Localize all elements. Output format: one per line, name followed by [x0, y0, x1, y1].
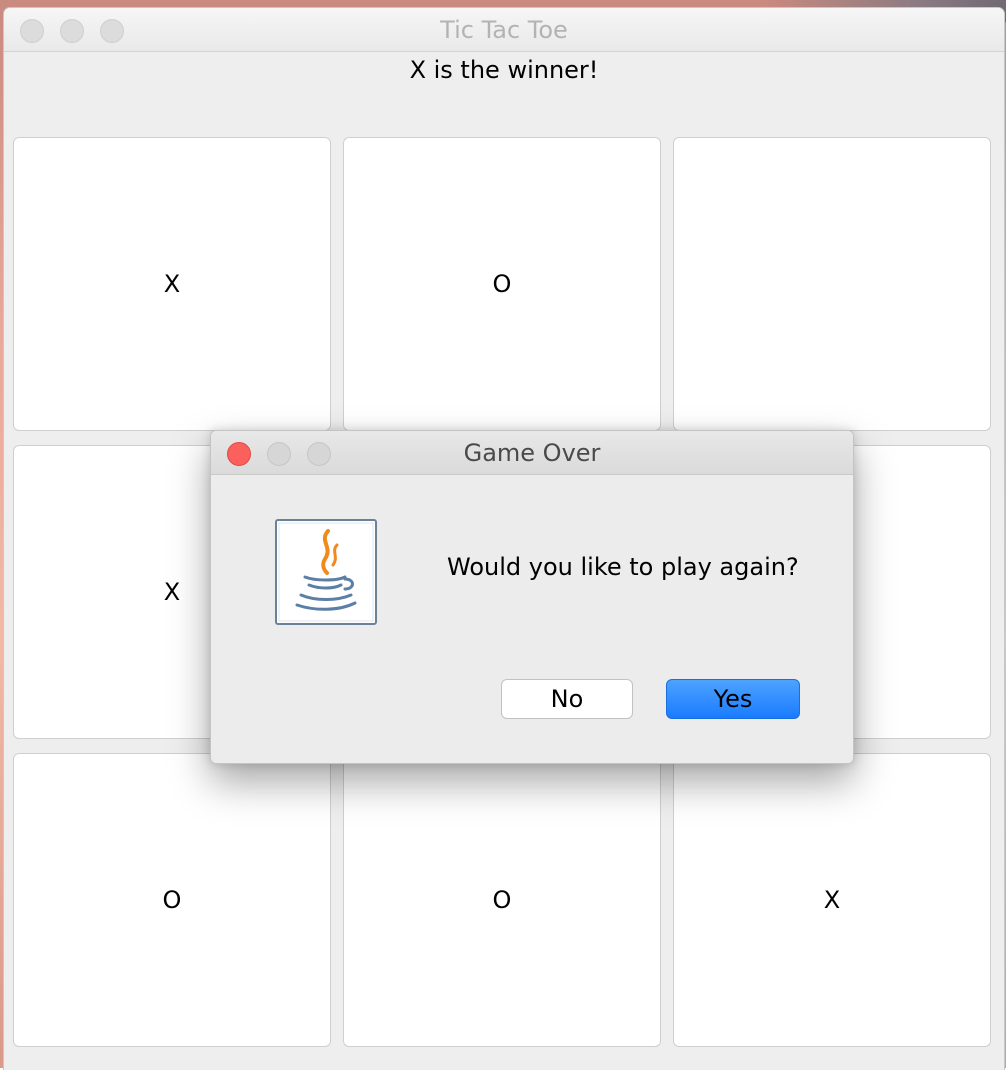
board-cell-0[interactable]: X: [13, 137, 331, 431]
game-over-dialog: Game Over Would you like to play again? …: [210, 430, 854, 764]
board-cell-2[interactable]: [673, 137, 991, 431]
java-icon: [275, 519, 377, 625]
yes-button[interactable]: Yes: [666, 679, 800, 719]
dialog-title: Game Over: [463, 439, 601, 467]
board-cell-8[interactable]: X: [673, 753, 991, 1047]
board-cell-6[interactable]: O: [13, 753, 331, 1047]
window-titlebar[interactable]: Tic Tac Toe: [4, 8, 1004, 52]
window-title: Tic Tac Toe: [440, 16, 568, 44]
dialog-titlebar[interactable]: Game Over: [211, 431, 853, 475]
dialog-message: Would you like to play again?: [447, 553, 799, 581]
board-cell-1[interactable]: O: [343, 137, 661, 431]
board-cell-7[interactable]: O: [343, 753, 661, 1047]
game-status-label: X is the winner!: [409, 56, 599, 84]
no-button[interactable]: No: [501, 679, 633, 719]
